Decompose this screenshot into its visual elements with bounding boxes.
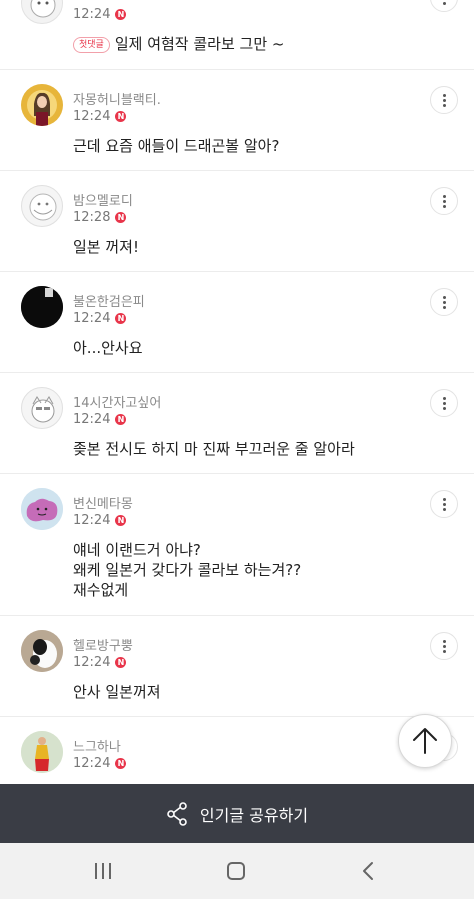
new-badge: N	[115, 111, 127, 122]
comment-item: 밤으멜로디 12:28 N 일본 꺼져!	[0, 171, 474, 272]
comment-time: 12:24	[73, 655, 111, 670]
avatar[interactable]	[21, 84, 63, 126]
scroll-to-top-button[interactable]	[398, 714, 452, 768]
comment-meta: 12:28 N	[73, 210, 127, 225]
system-navigation-bar	[0, 843, 474, 899]
comment-meta: 12:24 N	[73, 7, 127, 22]
comment-nickname[interactable]: 자몽허니블랙티.	[73, 89, 161, 108]
comment-item: 14시간자고싶어 12:24 N 좆본 전시도 하지 마 진짜 부끄러운 줄 알…	[0, 373, 474, 474]
more-options-button[interactable]	[430, 187, 458, 215]
new-badge: N	[115, 9, 127, 20]
cartoon-avatar-image	[29, 193, 57, 221]
comment-text: 안사 일본꺼져	[73, 683, 161, 701]
comment-item: ... 12:24 N 첫댓글일제 여혐작 콜라보 그만 ~	[0, 0, 474, 70]
comment-item: 자몽허니블랙티. 12:24 N 근데 요즘 애들이 드래곤볼 알아?	[0, 70, 474, 171]
comment-text: 좆본 전시도 하지 마 진짜 부끄러운 줄 알아라	[73, 440, 355, 458]
comment-meta: 12:24 N	[73, 311, 127, 326]
comment-nickname[interactable]: 14시간자고싶어	[73, 392, 161, 411]
comment-text: 근데 요즘 애들이 드래곤볼 알아?	[73, 137, 280, 155]
comment-meta: 12:24 N	[73, 756, 127, 771]
new-badge: N	[115, 212, 127, 223]
comment-text-line: 재수없게	[73, 581, 129, 599]
comment-text: 첫댓글 일제 여혐작 콜라보 그만 ~	[73, 34, 285, 54]
new-badge: N	[115, 657, 127, 668]
comment-time: 12:24	[73, 513, 111, 528]
comment-text: 아...안사요	[73, 339, 143, 357]
ditto-avatar-image	[21, 488, 63, 530]
new-badge: N	[115, 758, 127, 769]
comment-item: 변신메타몽 12:24 N 얘네 이랜드거 아냐? 왜케 일본거 갖다가 콜라보…	[0, 474, 474, 616]
comment-meta: 12:24 N	[73, 655, 127, 670]
new-badge: N	[115, 414, 127, 425]
more-options-button[interactable]	[430, 288, 458, 316]
avatar[interactable]	[21, 0, 63, 24]
comment-text: 얘네 이랜드거 아냐? 왜케 일본거 갖다가 콜라보 하는겨?? 재수없게	[73, 540, 301, 600]
avatar[interactable]	[21, 286, 63, 328]
share-label: 인기글 공유하기	[199, 805, 309, 825]
cartoon-avatar-image	[30, 0, 56, 18]
comment-nickname[interactable]: 밤으멜로디	[73, 190, 133, 209]
avatar[interactable]	[21, 731, 63, 773]
more-options-button[interactable]	[430, 490, 458, 518]
back-icon	[363, 862, 373, 880]
new-badge: N	[115, 515, 127, 526]
arrow-up-icon	[413, 728, 437, 754]
share-popular-post-button[interactable]: 인기글 공유하기	[0, 784, 474, 843]
new-badge: N	[115, 313, 127, 324]
back-button[interactable]	[354, 857, 382, 885]
more-options-button[interactable]	[430, 389, 458, 417]
more-options-button[interactable]	[430, 86, 458, 114]
comment-nickname[interactable]: 헬로방구뿡	[73, 635, 133, 654]
photo-avatar-image	[21, 84, 63, 126]
more-options-button[interactable]	[430, 0, 458, 12]
comment-time: 12:24	[73, 412, 111, 427]
comment-time: 12:24	[73, 7, 111, 22]
photo-avatar-image	[21, 286, 63, 328]
first-comment-badge: 첫댓글	[73, 37, 110, 53]
comment-time: 12:24	[73, 756, 111, 771]
recent-apps-icon	[95, 863, 111, 879]
photo-avatar-image	[21, 731, 63, 773]
comment-time: 12:24	[73, 311, 111, 326]
cartoon-avatar-image	[31, 396, 55, 423]
avatar[interactable]	[21, 488, 63, 530]
comment-nickname[interactable]: 불온한검은피	[73, 291, 145, 310]
avatar[interactable]	[21, 630, 63, 672]
comment-item: 불온한검은피 12:24 N 아...안사요	[0, 272, 474, 373]
recent-apps-button[interactable]	[89, 857, 117, 885]
comment-nickname[interactable]: 변신메타몽	[73, 493, 133, 512]
share-icon	[167, 801, 187, 826]
comment-nickname[interactable]: ...	[73, 0, 85, 2]
home-icon	[227, 862, 245, 880]
comment-text-line: 왜케 일본거 갖다가 콜라보 하는겨??	[73, 561, 302, 579]
avatar[interactable]	[21, 185, 63, 227]
home-button[interactable]	[222, 857, 250, 885]
comment-meta: 12:24 N	[73, 412, 127, 427]
comment-time: 12:28	[73, 210, 111, 225]
comment-text: 일본 꺼져!	[73, 238, 139, 256]
comment-nickname[interactable]: 느그하나	[73, 736, 121, 755]
photo-avatar-image	[21, 630, 63, 672]
comment-time: 12:24	[73, 109, 111, 124]
comment-item: 헬로방구뿡 12:24 N 안사 일본꺼져	[0, 616, 474, 717]
comment-meta: 12:24 N	[73, 513, 127, 528]
comment-list: ... 12:24 N 첫댓글일제 여혐작 콜라보 그만 ~ 자몽허니블랙티. …	[0, 0, 474, 784]
more-options-button[interactable]	[430, 632, 458, 660]
comment-meta: 12:24 N	[73, 109, 127, 124]
avatar[interactable]	[21, 387, 63, 429]
comment-text-line: 얘네 이랜드거 아냐?	[73, 541, 201, 559]
